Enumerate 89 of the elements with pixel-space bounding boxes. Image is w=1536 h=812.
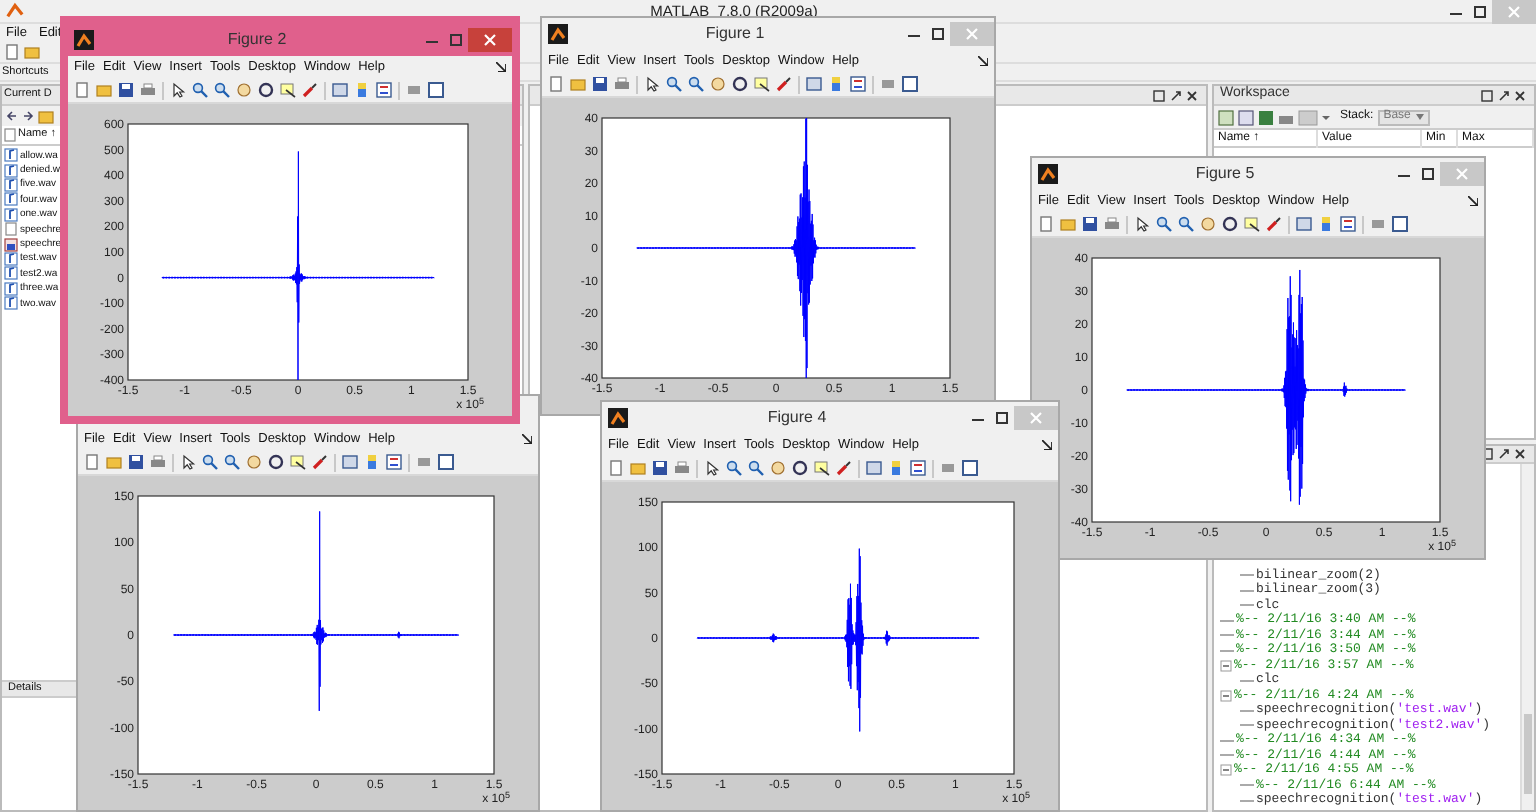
print-icon[interactable] (140, 82, 156, 98)
matlab-logo-icon (608, 408, 628, 428)
collapse-icon[interactable] (1220, 659, 1232, 672)
panel-controls-icon[interactable] (1480, 89, 1528, 101)
zoom-in-icon[interactable] (666, 76, 682, 92)
legend-icon[interactable] (386, 454, 402, 470)
print-icon[interactable] (150, 454, 166, 470)
save-icon[interactable] (118, 82, 134, 98)
maximize-icon[interactable] (1468, 1, 1492, 21)
print-icon[interactable] (1104, 216, 1120, 232)
zoom-out-icon[interactable] (224, 454, 240, 470)
scrollbar[interactable] (1520, 464, 1534, 810)
pointer-icon[interactable] (170, 82, 186, 98)
window-title: Figure 5 (1195, 162, 1255, 186)
dock-arrow-icon[interactable] (1468, 196, 1478, 206)
data-cursor-icon[interactable] (280, 82, 296, 98)
colorbar-icon[interactable] (1318, 216, 1334, 232)
save-icon[interactable] (1082, 216, 1098, 232)
maximize-icon[interactable] (926, 24, 950, 44)
window-title: Figure 2 (227, 28, 287, 52)
print-icon[interactable] (614, 76, 630, 92)
print-icon[interactable] (674, 460, 690, 476)
show-tools-icon[interactable] (962, 460, 978, 476)
save-icon[interactable] (128, 454, 144, 470)
show-tools-icon[interactable] (902, 76, 918, 92)
colorbar-icon[interactable] (354, 82, 370, 98)
new-file-icon[interactable] (74, 82, 90, 98)
zoom-in-icon[interactable] (1156, 216, 1172, 232)
zoom-in-icon[interactable] (202, 454, 218, 470)
brush-icon[interactable] (312, 454, 328, 470)
pointer-icon[interactable] (704, 460, 720, 476)
pointer-icon[interactable] (180, 454, 196, 470)
new-file-icon[interactable] (4, 44, 20, 60)
plot-icon[interactable] (1298, 109, 1330, 125)
caret-icon (1416, 114, 1425, 120)
brush-icon[interactable] (836, 460, 852, 476)
legend-icon[interactable] (376, 82, 392, 98)
zoom-out-icon[interactable] (688, 76, 704, 92)
window-title: Figure 1 (705, 22, 765, 46)
dock-arrow-icon[interactable] (978, 56, 988, 66)
matlab-logo-icon (548, 24, 568, 44)
data-cursor-icon[interactable] (290, 454, 306, 470)
save-icon[interactable] (1258, 109, 1274, 125)
new-file-icon[interactable] (548, 76, 564, 92)
colorbar-icon[interactable] (828, 76, 844, 92)
dock-arrow-icon[interactable] (522, 434, 532, 444)
new-variable-icon[interactable] (1218, 109, 1234, 125)
zoom-in-icon[interactable] (726, 460, 742, 476)
forward-arrow-icon[interactable] (22, 110, 34, 122)
save-icon[interactable] (592, 76, 608, 92)
zoom-out-icon[interactable] (748, 460, 764, 476)
matlab-logo-icon (74, 30, 94, 50)
zoom-out-icon[interactable] (1178, 216, 1194, 232)
data-cursor-icon[interactable] (1244, 216, 1260, 232)
zoom-in-icon[interactable] (192, 82, 208, 98)
window-title: Figure 4 (767, 406, 827, 430)
table-icon[interactable] (1238, 109, 1254, 125)
dock-arrow-icon[interactable] (1042, 440, 1052, 450)
legend-icon[interactable] (910, 460, 926, 476)
show-tools-icon[interactable] (1392, 216, 1408, 232)
dock-arrow-icon[interactable] (496, 62, 506, 72)
data-cursor-icon[interactable] (754, 76, 770, 92)
close-icon[interactable] (468, 28, 512, 52)
save-icon[interactable] (652, 460, 668, 476)
new-file-icon[interactable] (1038, 216, 1054, 232)
pointer-icon[interactable] (1134, 216, 1150, 232)
panel-controls-icon[interactable] (1152, 89, 1200, 101)
collapse-icon[interactable] (1220, 689, 1232, 702)
brush-icon[interactable] (776, 76, 792, 92)
maximize-icon[interactable] (990, 408, 1014, 428)
brush-icon[interactable] (1266, 216, 1282, 232)
pointer-icon[interactable] (644, 76, 660, 92)
figure-file-icon (4, 237, 18, 252)
brush-icon[interactable] (302, 82, 318, 98)
show-tools-icon[interactable] (428, 82, 444, 98)
colorbar-icon[interactable] (364, 454, 380, 470)
show-tools-icon[interactable] (438, 454, 454, 470)
legend-icon[interactable] (850, 76, 866, 92)
new-file-icon[interactable] (608, 460, 624, 476)
data-cursor-icon[interactable] (814, 460, 830, 476)
back-arrow-icon[interactable] (6, 110, 18, 122)
collapse-icon[interactable] (1220, 764, 1232, 777)
colorbar-icon[interactable] (888, 460, 904, 476)
zoom-out-icon[interactable] (214, 82, 230, 98)
maximize-icon[interactable] (1416, 164, 1440, 184)
matlab-logo-icon (1038, 164, 1058, 184)
matlab-logo-icon (6, 2, 24, 20)
new-file-icon[interactable] (84, 454, 100, 470)
legend-icon[interactable] (1340, 216, 1356, 232)
